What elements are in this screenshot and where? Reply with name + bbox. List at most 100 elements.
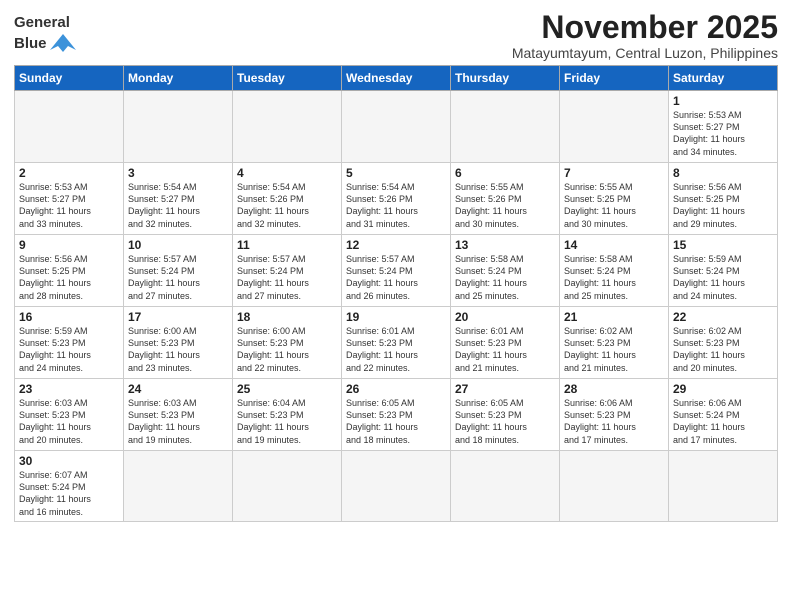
day-info: Sunrise: 5:59 AMSunset: 5:23 PMDaylight:… (19, 325, 119, 374)
calendar-cell: 6Sunrise: 5:55 AMSunset: 5:26 PMDaylight… (451, 163, 560, 235)
month-title: November 2025 (512, 10, 778, 45)
calendar-cell (15, 91, 124, 163)
day-number: 10 (128, 238, 228, 252)
day-info: Sunrise: 6:05 AMSunset: 5:23 PMDaylight:… (346, 397, 446, 446)
day-number: 30 (19, 454, 119, 468)
calendar-day-header: Saturday (669, 66, 778, 91)
calendar-cell (451, 91, 560, 163)
day-info: Sunrise: 5:56 AMSunset: 5:25 PMDaylight:… (19, 253, 119, 302)
calendar-cell: 5Sunrise: 5:54 AMSunset: 5:26 PMDaylight… (342, 163, 451, 235)
day-number: 19 (346, 310, 446, 324)
title-area: November 2025 Matayumtayum, Central Luzo… (512, 10, 778, 61)
day-number: 12 (346, 238, 446, 252)
calendar-cell: 30Sunrise: 6:07 AMSunset: 5:24 PMDayligh… (15, 451, 124, 522)
calendar-day-header: Monday (124, 66, 233, 91)
calendar-cell: 12Sunrise: 5:57 AMSunset: 5:24 PMDayligh… (342, 235, 451, 307)
day-info: Sunrise: 5:53 AMSunset: 5:27 PMDaylight:… (673, 109, 773, 158)
calendar-cell: 23Sunrise: 6:03 AMSunset: 5:23 PMDayligh… (15, 379, 124, 451)
calendar-cell: 16Sunrise: 5:59 AMSunset: 5:23 PMDayligh… (15, 307, 124, 379)
calendar-cell: 25Sunrise: 6:04 AMSunset: 5:23 PMDayligh… (233, 379, 342, 451)
calendar-cell (560, 91, 669, 163)
day-number: 21 (564, 310, 664, 324)
calendar-cell: 1Sunrise: 5:53 AMSunset: 5:27 PMDaylight… (669, 91, 778, 163)
calendar-cell: 10Sunrise: 5:57 AMSunset: 5:24 PMDayligh… (124, 235, 233, 307)
day-info: Sunrise: 6:05 AMSunset: 5:23 PMDaylight:… (455, 397, 555, 446)
calendar-cell: 4Sunrise: 5:54 AMSunset: 5:26 PMDaylight… (233, 163, 342, 235)
day-info: Sunrise: 6:00 AMSunset: 5:23 PMDaylight:… (128, 325, 228, 374)
day-number: 18 (237, 310, 337, 324)
calendar-day-header: Thursday (451, 66, 560, 91)
day-info: Sunrise: 6:03 AMSunset: 5:23 PMDaylight:… (128, 397, 228, 446)
day-number: 25 (237, 382, 337, 396)
day-number: 9 (19, 238, 119, 252)
calendar-cell: 9Sunrise: 5:56 AMSunset: 5:25 PMDaylight… (15, 235, 124, 307)
calendar-cell (560, 451, 669, 522)
day-number: 16 (19, 310, 119, 324)
day-info: Sunrise: 6:03 AMSunset: 5:23 PMDaylight:… (19, 397, 119, 446)
calendar-cell (342, 451, 451, 522)
calendar-day-header: Friday (560, 66, 669, 91)
day-info: Sunrise: 5:58 AMSunset: 5:24 PMDaylight:… (564, 253, 664, 302)
day-number: 6 (455, 166, 555, 180)
day-number: 26 (346, 382, 446, 396)
calendar-cell (233, 91, 342, 163)
day-number: 2 (19, 166, 119, 180)
calendar-header-row: SundayMondayTuesdayWednesdayThursdayFrid… (15, 66, 778, 91)
day-info: Sunrise: 6:07 AMSunset: 5:24 PMDaylight:… (19, 469, 119, 518)
logo-bird-icon (50, 32, 76, 54)
day-number: 1 (673, 94, 773, 108)
day-number: 15 (673, 238, 773, 252)
calendar-cell: 20Sunrise: 6:01 AMSunset: 5:23 PMDayligh… (451, 307, 560, 379)
calendar-cell: 13Sunrise: 5:58 AMSunset: 5:24 PMDayligh… (451, 235, 560, 307)
day-info: Sunrise: 5:54 AMSunset: 5:26 PMDaylight:… (346, 181, 446, 230)
day-number: 29 (673, 382, 773, 396)
logo-text: General Blue (14, 14, 76, 54)
calendar-cell: 2Sunrise: 5:53 AMSunset: 5:27 PMDaylight… (15, 163, 124, 235)
calendar-cell: 8Sunrise: 5:56 AMSunset: 5:25 PMDaylight… (669, 163, 778, 235)
calendar-table: SundayMondayTuesdayWednesdayThursdayFrid… (14, 65, 778, 522)
calendar-cell: 26Sunrise: 6:05 AMSunset: 5:23 PMDayligh… (342, 379, 451, 451)
calendar-cell: 11Sunrise: 5:57 AMSunset: 5:24 PMDayligh… (233, 235, 342, 307)
day-info: Sunrise: 6:01 AMSunset: 5:23 PMDaylight:… (346, 325, 446, 374)
calendar-day-header: Tuesday (233, 66, 342, 91)
day-number: 17 (128, 310, 228, 324)
day-number: 24 (128, 382, 228, 396)
day-info: Sunrise: 5:59 AMSunset: 5:24 PMDaylight:… (673, 253, 773, 302)
calendar-day-header: Wednesday (342, 66, 451, 91)
location: Matayumtayum, Central Luzon, Philippines (512, 45, 778, 61)
calendar-cell: 22Sunrise: 6:02 AMSunset: 5:23 PMDayligh… (669, 307, 778, 379)
day-number: 23 (19, 382, 119, 396)
calendar-cell: 3Sunrise: 5:54 AMSunset: 5:27 PMDaylight… (124, 163, 233, 235)
day-info: Sunrise: 6:06 AMSunset: 5:24 PMDaylight:… (673, 397, 773, 446)
day-info: Sunrise: 5:57 AMSunset: 5:24 PMDaylight:… (237, 253, 337, 302)
day-info: Sunrise: 6:04 AMSunset: 5:23 PMDaylight:… (237, 397, 337, 446)
day-number: 28 (564, 382, 664, 396)
day-number: 3 (128, 166, 228, 180)
day-info: Sunrise: 5:54 AMSunset: 5:27 PMDaylight:… (128, 181, 228, 230)
day-info: Sunrise: 6:02 AMSunset: 5:23 PMDaylight:… (673, 325, 773, 374)
calendar-cell: 17Sunrise: 6:00 AMSunset: 5:23 PMDayligh… (124, 307, 233, 379)
calendar-day-header: Sunday (15, 66, 124, 91)
day-info: Sunrise: 5:53 AMSunset: 5:27 PMDaylight:… (19, 181, 119, 230)
header: General Blue November 2025 Matayumtayum,… (14, 10, 778, 61)
day-info: Sunrise: 5:57 AMSunset: 5:24 PMDaylight:… (128, 253, 228, 302)
day-info: Sunrise: 5:54 AMSunset: 5:26 PMDaylight:… (237, 181, 337, 230)
calendar-cell (124, 91, 233, 163)
calendar-cell: 15Sunrise: 5:59 AMSunset: 5:24 PMDayligh… (669, 235, 778, 307)
day-info: Sunrise: 6:06 AMSunset: 5:23 PMDaylight:… (564, 397, 664, 446)
day-info: Sunrise: 5:58 AMSunset: 5:24 PMDaylight:… (455, 253, 555, 302)
day-info: Sunrise: 5:55 AMSunset: 5:26 PMDaylight:… (455, 181, 555, 230)
day-number: 5 (346, 166, 446, 180)
day-info: Sunrise: 5:55 AMSunset: 5:25 PMDaylight:… (564, 181, 664, 230)
calendar-cell: 21Sunrise: 6:02 AMSunset: 5:23 PMDayligh… (560, 307, 669, 379)
calendar-cell: 24Sunrise: 6:03 AMSunset: 5:23 PMDayligh… (124, 379, 233, 451)
calendar-cell: 28Sunrise: 6:06 AMSunset: 5:23 PMDayligh… (560, 379, 669, 451)
day-number: 20 (455, 310, 555, 324)
calendar-cell (233, 451, 342, 522)
day-info: Sunrise: 6:01 AMSunset: 5:23 PMDaylight:… (455, 325, 555, 374)
calendar-cell: 27Sunrise: 6:05 AMSunset: 5:23 PMDayligh… (451, 379, 560, 451)
day-info: Sunrise: 5:56 AMSunset: 5:25 PMDaylight:… (673, 181, 773, 230)
calendar-cell (451, 451, 560, 522)
day-number: 14 (564, 238, 664, 252)
day-info: Sunrise: 6:00 AMSunset: 5:23 PMDaylight:… (237, 325, 337, 374)
